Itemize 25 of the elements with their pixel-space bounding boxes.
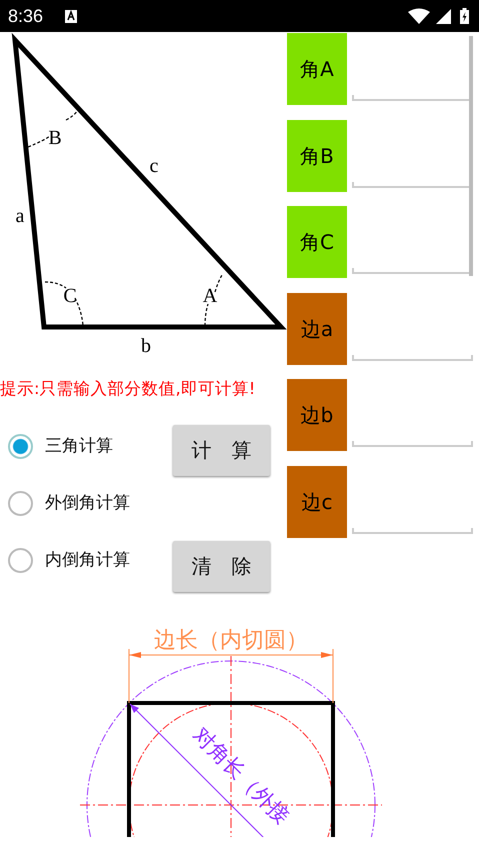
side-label: 边a [287,292,347,364]
angle-label: 角A [287,33,347,105]
clock-time: 8:36 [8,4,44,28]
angle-label: C [63,285,77,307]
radio-option[interactable]: 外倒角计算 [0,474,130,532]
side-label: 边c [287,466,347,538]
angle-label: A [202,285,218,307]
notification-icon [65,10,78,22]
signal-icon [436,8,451,24]
hint-text: 提示:只需输入部分数值,即可计算! [0,378,256,400]
side-label: b [141,335,151,357]
angle-label: 角C [287,206,347,278]
side-label: c [150,155,158,177]
diagonal-length-label: 对角长（外接 [188,722,295,828]
angle-label: B [48,127,62,149]
angle-label: 角B [287,120,347,192]
clear-button[interactable]: 清 除 [173,540,270,592]
side-label: a [16,205,24,227]
side-length-label: 边长（内切圆） [154,628,308,653]
calculate-button[interactable]: 计 算 [173,424,270,476]
radio-option[interactable]: 三角计算 [0,418,113,475]
radio-option[interactable]: 内倒角计算 [0,532,130,589]
wifi-icon [408,8,430,24]
side-label: 边b [287,379,347,451]
battery-icon [460,8,469,24]
